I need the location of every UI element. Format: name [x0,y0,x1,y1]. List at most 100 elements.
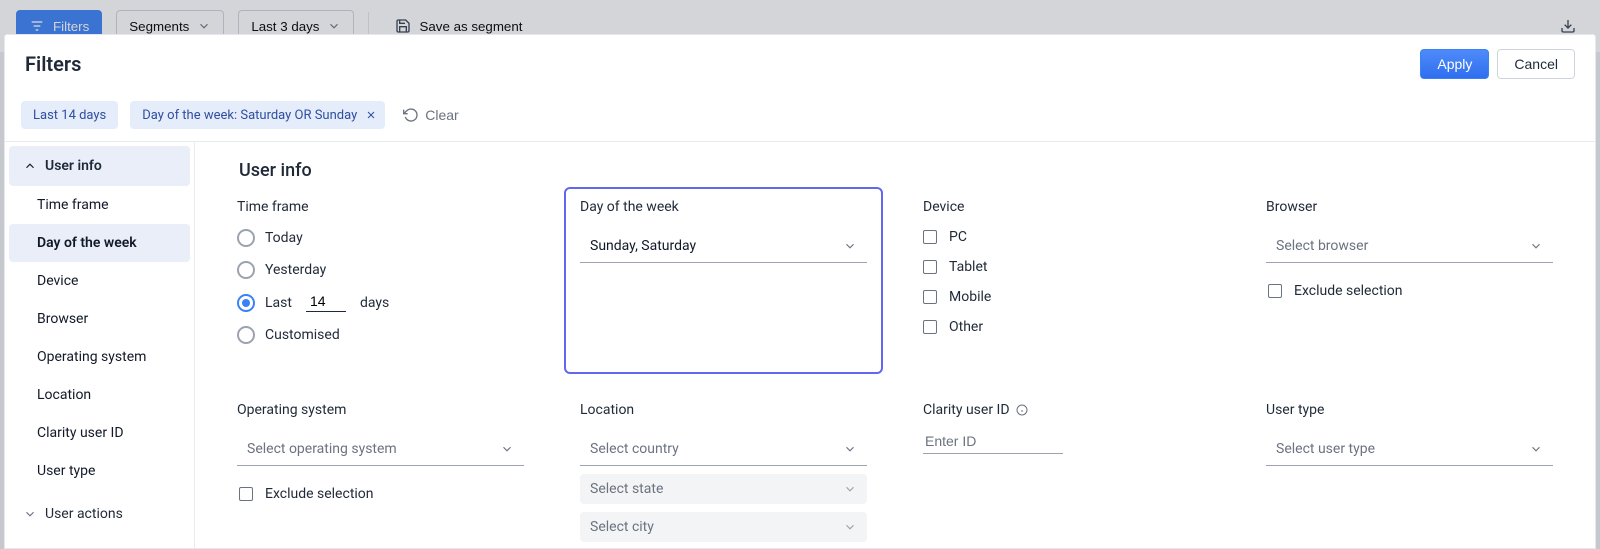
location-state-placeholder: Select state [590,481,663,497]
cell-device: Device PC Tablet Mobile [923,199,1210,358]
time-frame-option-yesterday[interactable]: Yesterday [237,261,524,279]
remove-chip-icon[interactable] [365,109,377,121]
os-exclude-row[interactable]: Exclude selection [237,486,524,502]
cancel-button[interactable]: Cancel [1497,49,1575,79]
sidebar-item-browser[interactable]: Browser [9,300,190,338]
browser-exclude-row[interactable]: Exclude selection [1266,283,1553,299]
checkbox-icon [1268,284,1282,298]
device-option-label: PC [949,229,967,245]
sidebar-item-device[interactable]: Device [9,262,190,300]
time-frame-option-customised[interactable]: Customised [237,326,524,344]
device-option-label: Mobile [949,289,991,305]
cell-day-of-the-week: Day of the week Sunday, Saturday [564,187,883,374]
checkbox-icon [923,290,937,304]
device-option-label: Other [949,319,983,335]
browser-placeholder: Select browser [1276,238,1368,254]
chip-date[interactable]: Last 14 days [21,101,118,129]
location-city-dropdown: Select city [580,512,867,542]
chevron-up-icon [23,159,37,173]
modal-header: Filters Apply Cancel [5,35,1595,93]
filters-panel: User info Time frame Today Yesterday [195,142,1595,548]
chip-day-of-week[interactable]: Day of the week: Saturday OR Sunday [130,101,385,129]
device-option-label: Tablet [949,259,987,275]
radio-icon [237,326,255,344]
checkbox-icon [239,487,253,501]
filters-button-label: Filters [53,19,89,34]
checkbox-icon [923,320,937,334]
info-icon[interactable] [1016,404,1028,416]
radio-label: Yesterday [265,262,326,278]
os-placeholder: Select operating system [247,441,397,457]
location-title: Location [580,402,867,418]
filters-modal: Filters Apply Cancel Last 14 days Day of… [4,34,1596,549]
browser-exclude-label: Exclude selection [1294,283,1403,299]
cell-browser: Browser Select browser Exclude selection [1266,199,1553,358]
location-country-placeholder: Select country [590,441,679,457]
browser-title: Browser [1266,199,1553,215]
time-frame-title: Time frame [237,199,524,215]
browser-dropdown[interactable]: Select browser [1266,229,1553,263]
dow-title: Day of the week [580,199,867,215]
sidebar-group-user-info-label: User info [45,158,102,174]
radio-label: Customised [265,327,340,343]
device-title: Device [923,199,1210,215]
radio-icon [237,294,255,312]
download-icon [1560,18,1576,34]
device-option-pc[interactable]: PC [923,229,1210,245]
sidebar-group-user-actions[interactable]: User actions [9,494,190,534]
chevron-down-icon [843,520,857,534]
dow-value: Sunday, Saturday [590,238,696,254]
checkbox-icon [923,260,937,274]
save-icon [395,18,411,34]
chevron-down-icon [23,507,37,521]
sidebar-item-operating-system[interactable]: Operating system [9,338,190,376]
clarity-title-label: Clarity user ID [923,402,1010,418]
location-country-dropdown[interactable]: Select country [580,432,867,466]
last-suffix: days [360,295,389,311]
cell-operating-system: Operating system Select operating system… [237,402,524,542]
checkbox-icon [923,230,937,244]
save-as-segment-label: Save as segment [419,19,522,34]
time-frame-option-today[interactable]: Today [237,229,524,247]
filters-grid: Time frame Today Yesterday Last days [237,199,1553,542]
cell-user-type: User type Select user type [1266,402,1553,542]
device-option-other[interactable]: Other [923,319,1210,335]
last-prefix: Last [265,295,292,311]
segments-button-label: Segments [129,19,189,34]
chevron-down-icon [327,19,341,33]
sidebar-item-day-of-the-week[interactable]: Day of the week [9,224,190,262]
modal-title: Filters [25,52,81,76]
filter-category-sidebar[interactable]: User info Time frame Day of the week Dev… [5,142,195,548]
os-title: Operating system [237,402,524,418]
radio-icon [237,229,255,247]
radio-icon [237,261,255,279]
chevron-down-icon [1529,442,1543,456]
last-n-days-input[interactable] [306,293,346,312]
sidebar-item-location[interactable]: Location [9,376,190,414]
time-frame-option-last-n-days[interactable]: Last days [237,293,524,312]
chip-date-label: Last 14 days [33,108,106,123]
user-type-placeholder: Select user type [1276,441,1375,457]
sidebar-item-clarity-user-id[interactable]: Clarity user ID [9,414,190,452]
dow-dropdown[interactable]: Sunday, Saturday [580,229,867,263]
chip-dow-label: Day of the week: Saturday OR Sunday [142,108,357,123]
clear-label: Clear [425,107,458,123]
chevron-down-icon [500,442,514,456]
cell-location: Location Select country Select state [580,402,867,542]
clear-filters-button[interactable]: Clear [397,106,464,124]
sidebar-item-user-type[interactable]: User type [9,452,190,490]
os-dropdown[interactable]: Select operating system [237,432,524,466]
location-city-placeholder: Select city [590,519,654,535]
device-option-tablet[interactable]: Tablet [923,259,1210,275]
location-state-dropdown: Select state [580,474,867,504]
sidebar-group-user-info[interactable]: User info [9,146,190,186]
clarity-id-input[interactable] [923,432,1063,454]
apply-button[interactable]: Apply [1420,49,1489,79]
chevron-down-icon [843,442,857,456]
user-type-dropdown[interactable]: Select user type [1266,432,1553,466]
panel-heading: User info [239,160,1553,181]
chevron-down-icon [843,239,857,253]
sidebar-item-time-frame[interactable]: Time frame [9,186,190,224]
user-type-title: User type [1266,402,1553,418]
device-option-mobile[interactable]: Mobile [923,289,1210,305]
